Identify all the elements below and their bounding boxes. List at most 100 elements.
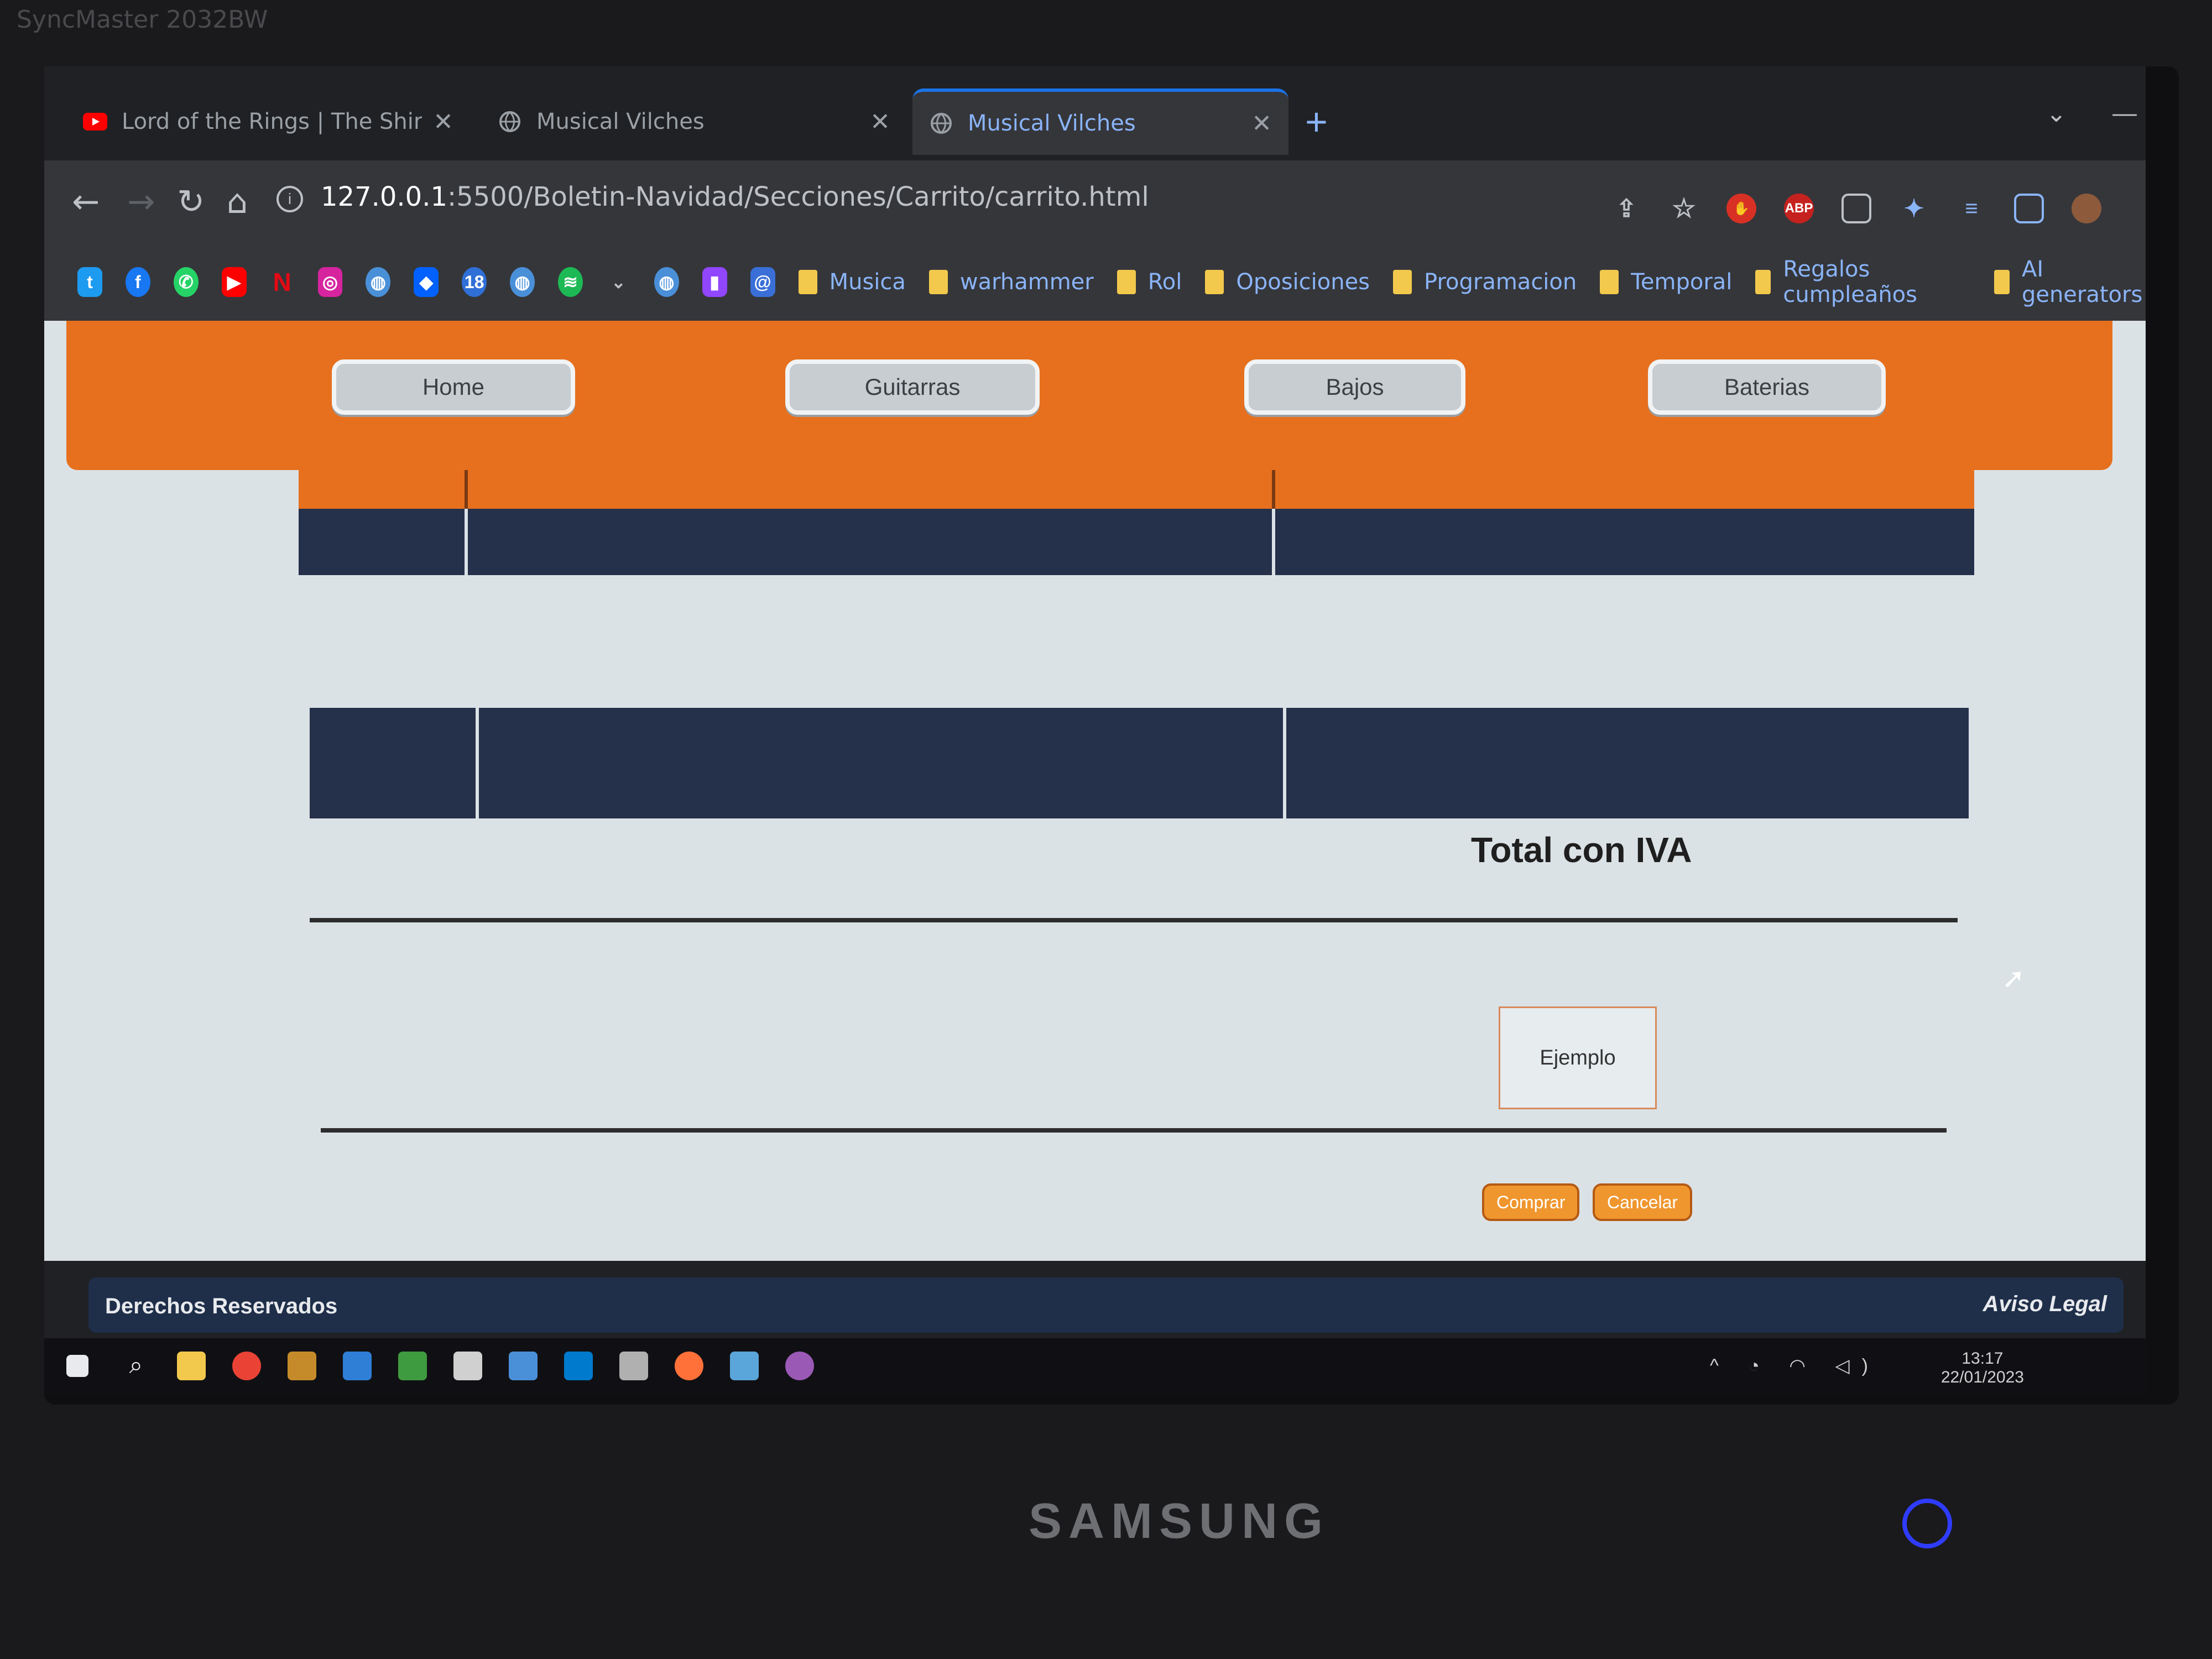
monitor-brand: SAMSUNG (1029, 1494, 1330, 1549)
share-icon[interactable]: ⇪ (1611, 194, 1641, 223)
file-explorer-icon[interactable] (177, 1352, 206, 1380)
reload-icon[interactable]: ↻ (177, 182, 205, 221)
bookmark-folder-label: AI generators (2021, 257, 2143, 307)
bookmark-folder[interactable]: Rol (1117, 269, 1182, 295)
adblock-icon[interactable]: ABP (1784, 194, 1814, 223)
bookmark-folder[interactable]: Temporal (1600, 269, 1732, 295)
clock-time: 13:17 (1961, 1349, 2004, 1368)
search-icon[interactable]: ⌕ (122, 1352, 150, 1380)
site-header: Home Guitarras Bajos Baterias (66, 321, 2112, 470)
firefox-icon[interactable] (675, 1352, 703, 1380)
cube-icon[interactable] (619, 1352, 648, 1380)
cart-table-1 (299, 470, 1974, 575)
app-icon[interactable] (730, 1352, 759, 1380)
chevron-down-icon[interactable]: ⌄ (606, 267, 631, 297)
extension-icon[interactable]: ✋ (1726, 194, 1756, 223)
instagram-icon[interactable]: ◎ (317, 267, 343, 297)
minimize-icon[interactable]: — (2112, 100, 2137, 127)
twitch-icon[interactable]: ▮ (702, 267, 727, 297)
folder-icon (1393, 270, 1412, 294)
bookmark-folder[interactable]: Musica (798, 269, 906, 295)
bookmark-folder[interactable]: AI generators (1994, 257, 2146, 307)
vscode-icon[interactable] (564, 1352, 593, 1380)
bookmark-folder[interactable]: Regalos cumpleaños (1755, 257, 1970, 307)
bookmark-folder-label: Musica (829, 269, 906, 295)
close-icon[interactable]: ✕ (1251, 109, 1272, 138)
extensions-area: ⇪ ☆ ✋ ABP ✦ ≡ (1611, 194, 2101, 223)
site-footer: Derechos Reservados Aviso Legal (88, 1277, 2124, 1333)
address-bar[interactable]: 127.0.0.1:5500/Boletin-Navidad/Secciones… (321, 181, 1149, 212)
spotify-icon[interactable]: ≋ (558, 267, 583, 297)
email-icon[interactable]: @ (750, 267, 775, 297)
nav-bajos-button[interactable]: Bajos (1244, 359, 1465, 415)
globe-icon[interactable]: ◍ (510, 267, 535, 297)
calendar-icon[interactable]: 18 (462, 267, 487, 297)
youtube-icon[interactable]: ▶ (221, 267, 247, 297)
legal-notice-link[interactable]: Aviso Legal (1983, 1292, 2107, 1317)
system-tray-icons[interactable]: ^ ◔ ◠ ◁) (1710, 1355, 1880, 1377)
nav-home-button[interactable]: Home (332, 359, 575, 415)
monitor: Lord of the Rings | The Shire - N ✕ Musi… (44, 66, 2179, 1405)
power-button[interactable] (1902, 1499, 1952, 1548)
bookmark-folder[interactable]: Programacion (1393, 269, 1577, 295)
screenshot-icon[interactable] (1841, 194, 1871, 223)
nav-guitarras-button[interactable]: Guitarras (785, 359, 1040, 415)
star-icon[interactable]: ☆ (1669, 194, 1699, 223)
cancel-button[interactable]: Cancelar (1593, 1183, 1693, 1221)
close-icon[interactable]: ✕ (870, 108, 890, 136)
sidebar-icon[interactable] (2014, 194, 2044, 223)
clock[interactable]: 13:17 22/01/2023 (1941, 1349, 2024, 1387)
bookmarks-bar: t f ✆ ▶ N ◎ ◍ ◆ 18 ◍ ≋ ⌄ ◍ ▮ @ Musica wa… (44, 243, 2146, 321)
column-divider (1272, 509, 1275, 575)
web-page: Home Guitarras Bajos Baterias Total con … (44, 321, 2146, 1261)
divider (321, 1128, 1947, 1133)
buy-button[interactable]: Comprar (1482, 1183, 1580, 1221)
monitor-model-label: SyncMaster 2032BW (17, 6, 268, 34)
tab-title: Lord of the Rings | The Shire - N (122, 109, 422, 134)
windows-start-icon[interactable] (66, 1355, 88, 1377)
chrome-icon[interactable] (232, 1352, 261, 1380)
twitter-icon[interactable]: t (77, 267, 102, 297)
tab-youtube[interactable]: Lord of the Rings | The Shire - N ✕ (66, 88, 470, 155)
notepad-icon[interactable] (398, 1352, 427, 1380)
column-divider (1283, 708, 1286, 818)
close-icon[interactable]: ✕ (433, 108, 453, 136)
new-tab-button[interactable]: + (1305, 100, 1328, 144)
tab-bar: Lord of the Rings | The Shire - N ✕ Musi… (44, 66, 2146, 160)
avatar[interactable] (2072, 194, 2101, 223)
reading-list-icon[interactable]: ≡ (1957, 194, 1986, 223)
bookmark-folder[interactable]: Oposiciones (1205, 269, 1370, 295)
site-info-icon[interactable]: i (276, 186, 303, 212)
bookmark-folder-label: Programacion (1424, 269, 1577, 295)
total-value-box: Ejemplo (1499, 1006, 1657, 1109)
folder-icon (1205, 270, 1224, 294)
whatsapp-icon[interactable]: ✆ (173, 267, 199, 297)
puzzle-icon[interactable]: ✦ (1899, 194, 1929, 223)
app-icon[interactable] (343, 1352, 372, 1380)
github-icon[interactable] (785, 1352, 814, 1380)
folder-icon (798, 270, 817, 294)
column-divider (465, 509, 468, 575)
app-icon[interactable] (288, 1352, 316, 1380)
app-icon[interactable] (453, 1352, 482, 1380)
forward-icon[interactable]: → (127, 182, 155, 221)
home-icon[interactable]: ⌂ (227, 182, 248, 221)
bookmark-folder-label: Rol (1147, 269, 1182, 295)
chevron-down-icon[interactable]: ⌄ (2046, 100, 2067, 128)
folder-icon (1994, 270, 2010, 294)
globe-icon[interactable]: ◍ (366, 267, 391, 297)
bookmark-folder[interactable]: warhammer (928, 269, 1094, 295)
globe-icon[interactable]: ◍ (654, 267, 679, 297)
netflix-icon[interactable]: N (270, 267, 295, 297)
nav-baterias-button[interactable]: Baterias (1648, 359, 1886, 415)
back-icon[interactable]: ← (72, 182, 100, 221)
table-row (310, 708, 1969, 818)
clock-date: 22/01/2023 (1940, 1368, 2024, 1386)
facebook-icon[interactable]: f (125, 267, 150, 297)
bookmark-folder-label: Regalos cumpleaños (1783, 257, 1917, 307)
tab-musical-vilches[interactable]: Musical Vilches ✕ (481, 88, 907, 155)
screen: Lord of the Rings | The Shire - N ✕ Musi… (44, 66, 2146, 1394)
dropbox-icon[interactable]: ◆ (414, 267, 439, 297)
tab-musical-vilches-active[interactable]: Musical Vilches ✕ (912, 88, 1288, 155)
document-icon[interactable] (509, 1352, 538, 1380)
